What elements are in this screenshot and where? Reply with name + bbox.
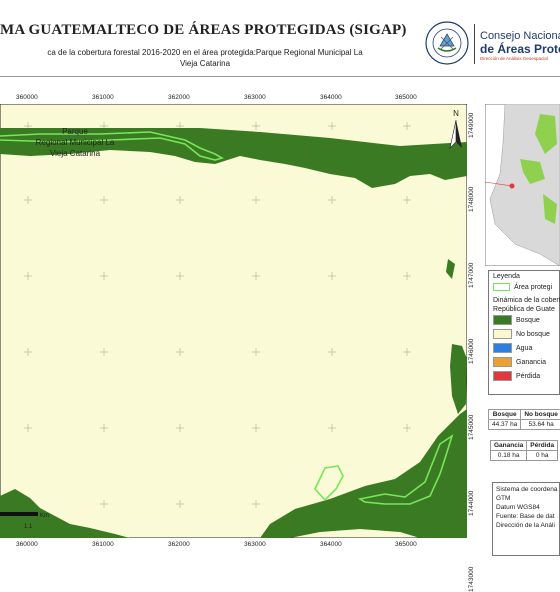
- scale-value: 1.1: [24, 524, 33, 530]
- scale-unit: Km: [40, 513, 49, 519]
- y-tick-label: 1744000: [468, 490, 475, 516]
- x-tick-label-bottom: 363000: [244, 541, 266, 548]
- legend-item: Área protegi: [493, 283, 552, 291]
- logo-divider: [474, 24, 475, 64]
- stat-value-perdida: 0 ha: [526, 450, 559, 461]
- legend-label: Bosque: [516, 316, 540, 324]
- legend-label: Pérdida: [516, 372, 541, 380]
- stat-header-ganancia: Ganancia: [489, 440, 528, 451]
- x-tick-label-top: 365000: [395, 94, 417, 101]
- org-department: Dirección de Análisis Geoespacial: [480, 56, 548, 61]
- area-label-line-1: Parque: [62, 127, 88, 136]
- x-tick-label-top: 363000: [244, 94, 266, 101]
- legend-swatch: [493, 371, 512, 381]
- page-subtitle: ca de la cobertura forestal 2016-2020 en…: [0, 47, 410, 69]
- info-line: GTM: [496, 495, 511, 502]
- legend-swatch: [493, 283, 510, 291]
- legend-title: Leyenda: [493, 273, 520, 280]
- x-tick-label-top: 362000: [168, 94, 190, 101]
- legend-swatch: [493, 329, 512, 339]
- info-line: Sistema de coordena: [496, 486, 558, 493]
- stats-table-1: Bosque No bosque 44.37 ha 53.64 ha: [487, 409, 560, 430]
- legend-panel: Leyenda Área protegi Dinámica de la cober…: [488, 270, 560, 395]
- subtitle-line-1: ca de la cobertura forestal 2016-2020 en…: [47, 48, 363, 57]
- legend-swatch: [493, 315, 512, 325]
- stat-value-no-bosque: 53.64 ha: [520, 419, 560, 430]
- legend-item: Pérdida: [493, 371, 540, 381]
- legend-swatch: [493, 343, 512, 353]
- info-panel: Sistema de coordena GTM Datum WGS84 Fuente:…: [492, 482, 560, 556]
- x-tick-label-top: 364000: [320, 94, 342, 101]
- stat-value-ganancia: 0.18 ha: [489, 450, 528, 461]
- stat-header-no-bosque: No bosque: [520, 409, 560, 420]
- area-label-line-2: Regional Municipal La: [36, 138, 115, 147]
- y-tick-label: 1747000: [468, 262, 475, 288]
- legend-label: Agua: [516, 344, 533, 352]
- legend-label: Dinámica de la cobertu: [493, 297, 560, 304]
- legend-item: Dinámica de la cobertu: [493, 297, 560, 304]
- org-name-line-1: Consejo Nacional: [480, 30, 560, 42]
- info-line: Dirección de la Análi: [496, 522, 555, 529]
- map-canvas[interactable]: Parque Regional Municipal La Vieja Catar…: [0, 104, 467, 538]
- stat-header-perdida: Pérdida: [526, 440, 559, 451]
- stat-header-bosque: Bosque: [487, 409, 522, 420]
- legend-item: Ganancia: [493, 357, 546, 367]
- area-label-line-3: Vieja Catarina: [50, 149, 101, 158]
- y-tick-label: 1745000: [468, 414, 475, 440]
- legend-label: República de Guate: [493, 306, 555, 313]
- header: MA GUATEMALTECO DE ÁREAS PROTEGIDAS (SIG…: [0, 0, 560, 77]
- y-tick-label: 1746000: [468, 338, 475, 364]
- x-tick-label-bottom: 360000: [16, 541, 38, 548]
- legend-label: Área protegi: [514, 283, 553, 291]
- x-tick-label-bottom: 364000: [320, 541, 342, 548]
- page-title: MA GUATEMALTECO DE ÁREAS PROTEGIDAS (SIG…: [0, 22, 407, 38]
- legend-item: República de Guate: [493, 306, 555, 313]
- y-tick-label: 1743000: [468, 566, 475, 592]
- x-tick-label-bottom: 365000: [395, 541, 417, 548]
- x-tick-label-bottom: 362000: [168, 541, 190, 548]
- org-name-line-2: de Áreas Protegi: [480, 42, 560, 56]
- legend-item: No bosque: [493, 329, 550, 339]
- stats-table-2: Ganancia Pérdida 0.18 ha 0 ha: [489, 440, 559, 461]
- x-tick-label-top: 360000: [16, 94, 38, 101]
- north-label: N: [453, 109, 459, 118]
- y-tick-label: 1749000: [468, 112, 475, 138]
- x-tick-label-top: 361000: [92, 94, 114, 101]
- legend-label: No bosque: [516, 330, 550, 338]
- subtitle-line-2: Vieja Catarina: [179, 59, 231, 68]
- y-tick-label: 1748000: [468, 186, 475, 212]
- locator-inset-map[interactable]: [485, 104, 560, 266]
- legend-item: Bosque: [493, 315, 540, 325]
- legend-item: Agua: [493, 343, 532, 353]
- legend-swatch: [493, 357, 512, 367]
- info-line: Fuente: Base de dat: [496, 513, 555, 520]
- legend-label: Ganancia: [516, 358, 546, 366]
- stat-value-bosque: 44.37 ha: [487, 419, 522, 430]
- guatemala-seal-icon: [425, 21, 469, 65]
- x-tick-label-bottom: 361000: [92, 541, 114, 548]
- info-line: Datum WGS84: [496, 504, 540, 511]
